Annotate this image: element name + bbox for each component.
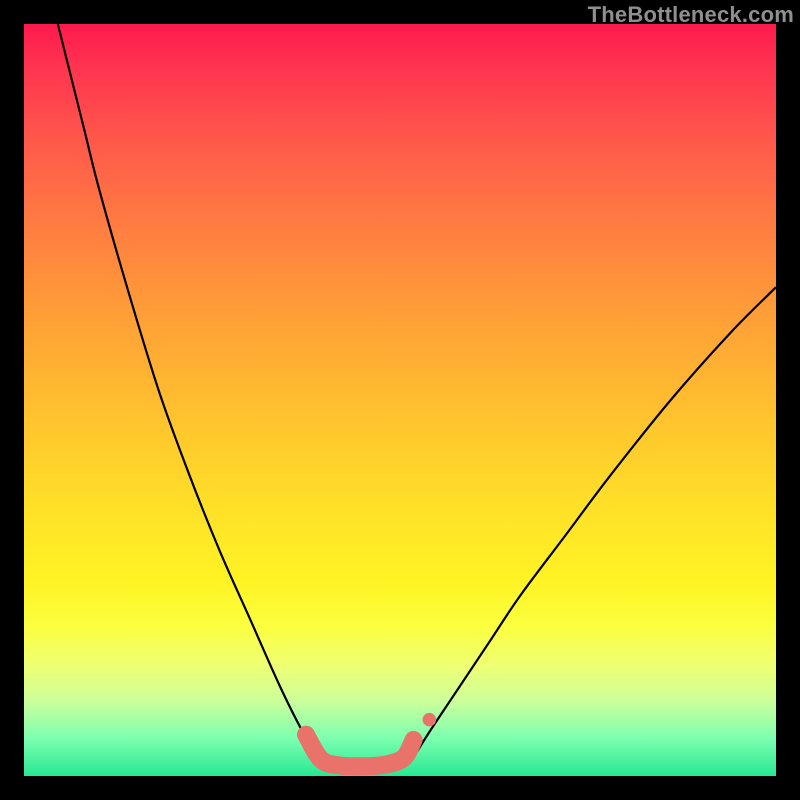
curve-left-branch <box>58 24 321 761</box>
valley-highlight-dot <box>423 713 437 727</box>
chart-frame: TheBottleneck.com <box>0 0 800 800</box>
valley-highlight <box>306 735 414 767</box>
plot-area <box>24 24 776 776</box>
curve-right-branch <box>411 287 776 761</box>
chart-svg <box>24 24 776 776</box>
